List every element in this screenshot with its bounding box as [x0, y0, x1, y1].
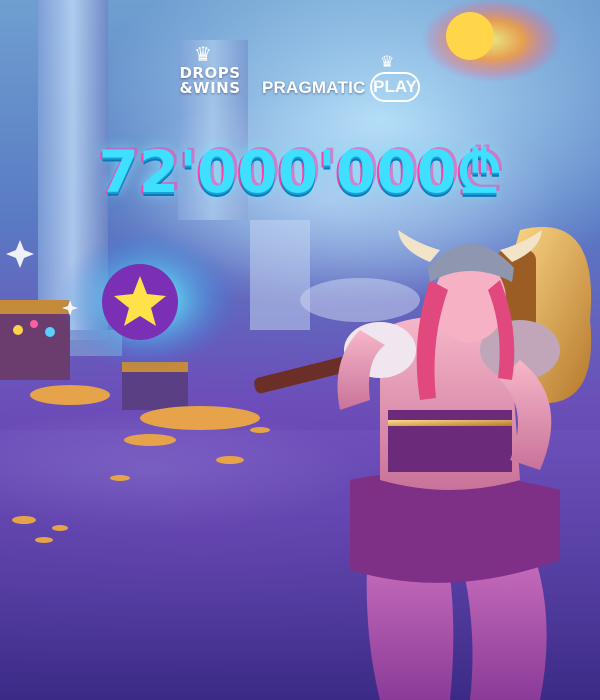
provider-name: PRAGMATIC: [262, 78, 366, 97]
prize-amount: 72'000'000₾: [98, 138, 502, 206]
crown-icon: ♛: [380, 52, 395, 71]
logo-bar: ♛ DROPS &WINS PRAGMATIC ♛ PLAY: [0, 38, 600, 118]
drops-and-wins-text: DROPS &WINS: [174, 66, 246, 96]
drops-and-wins-logo: ♛ DROPS &WINS: [172, 44, 248, 110]
provider-play-badge: PLAY: [370, 72, 420, 102]
crown-icon: ♛: [194, 42, 212, 66]
wins-text: &WINS: [179, 79, 241, 97]
star-orb-icon: [58, 230, 238, 370]
pragmatic-play-logo: PRAGMATIC ♛ PLAY: [262, 54, 442, 108]
promo-banner: ♛ DROPS &WINS PRAGMATIC ♛ PLAY 72'000'00…: [0, 0, 600, 700]
